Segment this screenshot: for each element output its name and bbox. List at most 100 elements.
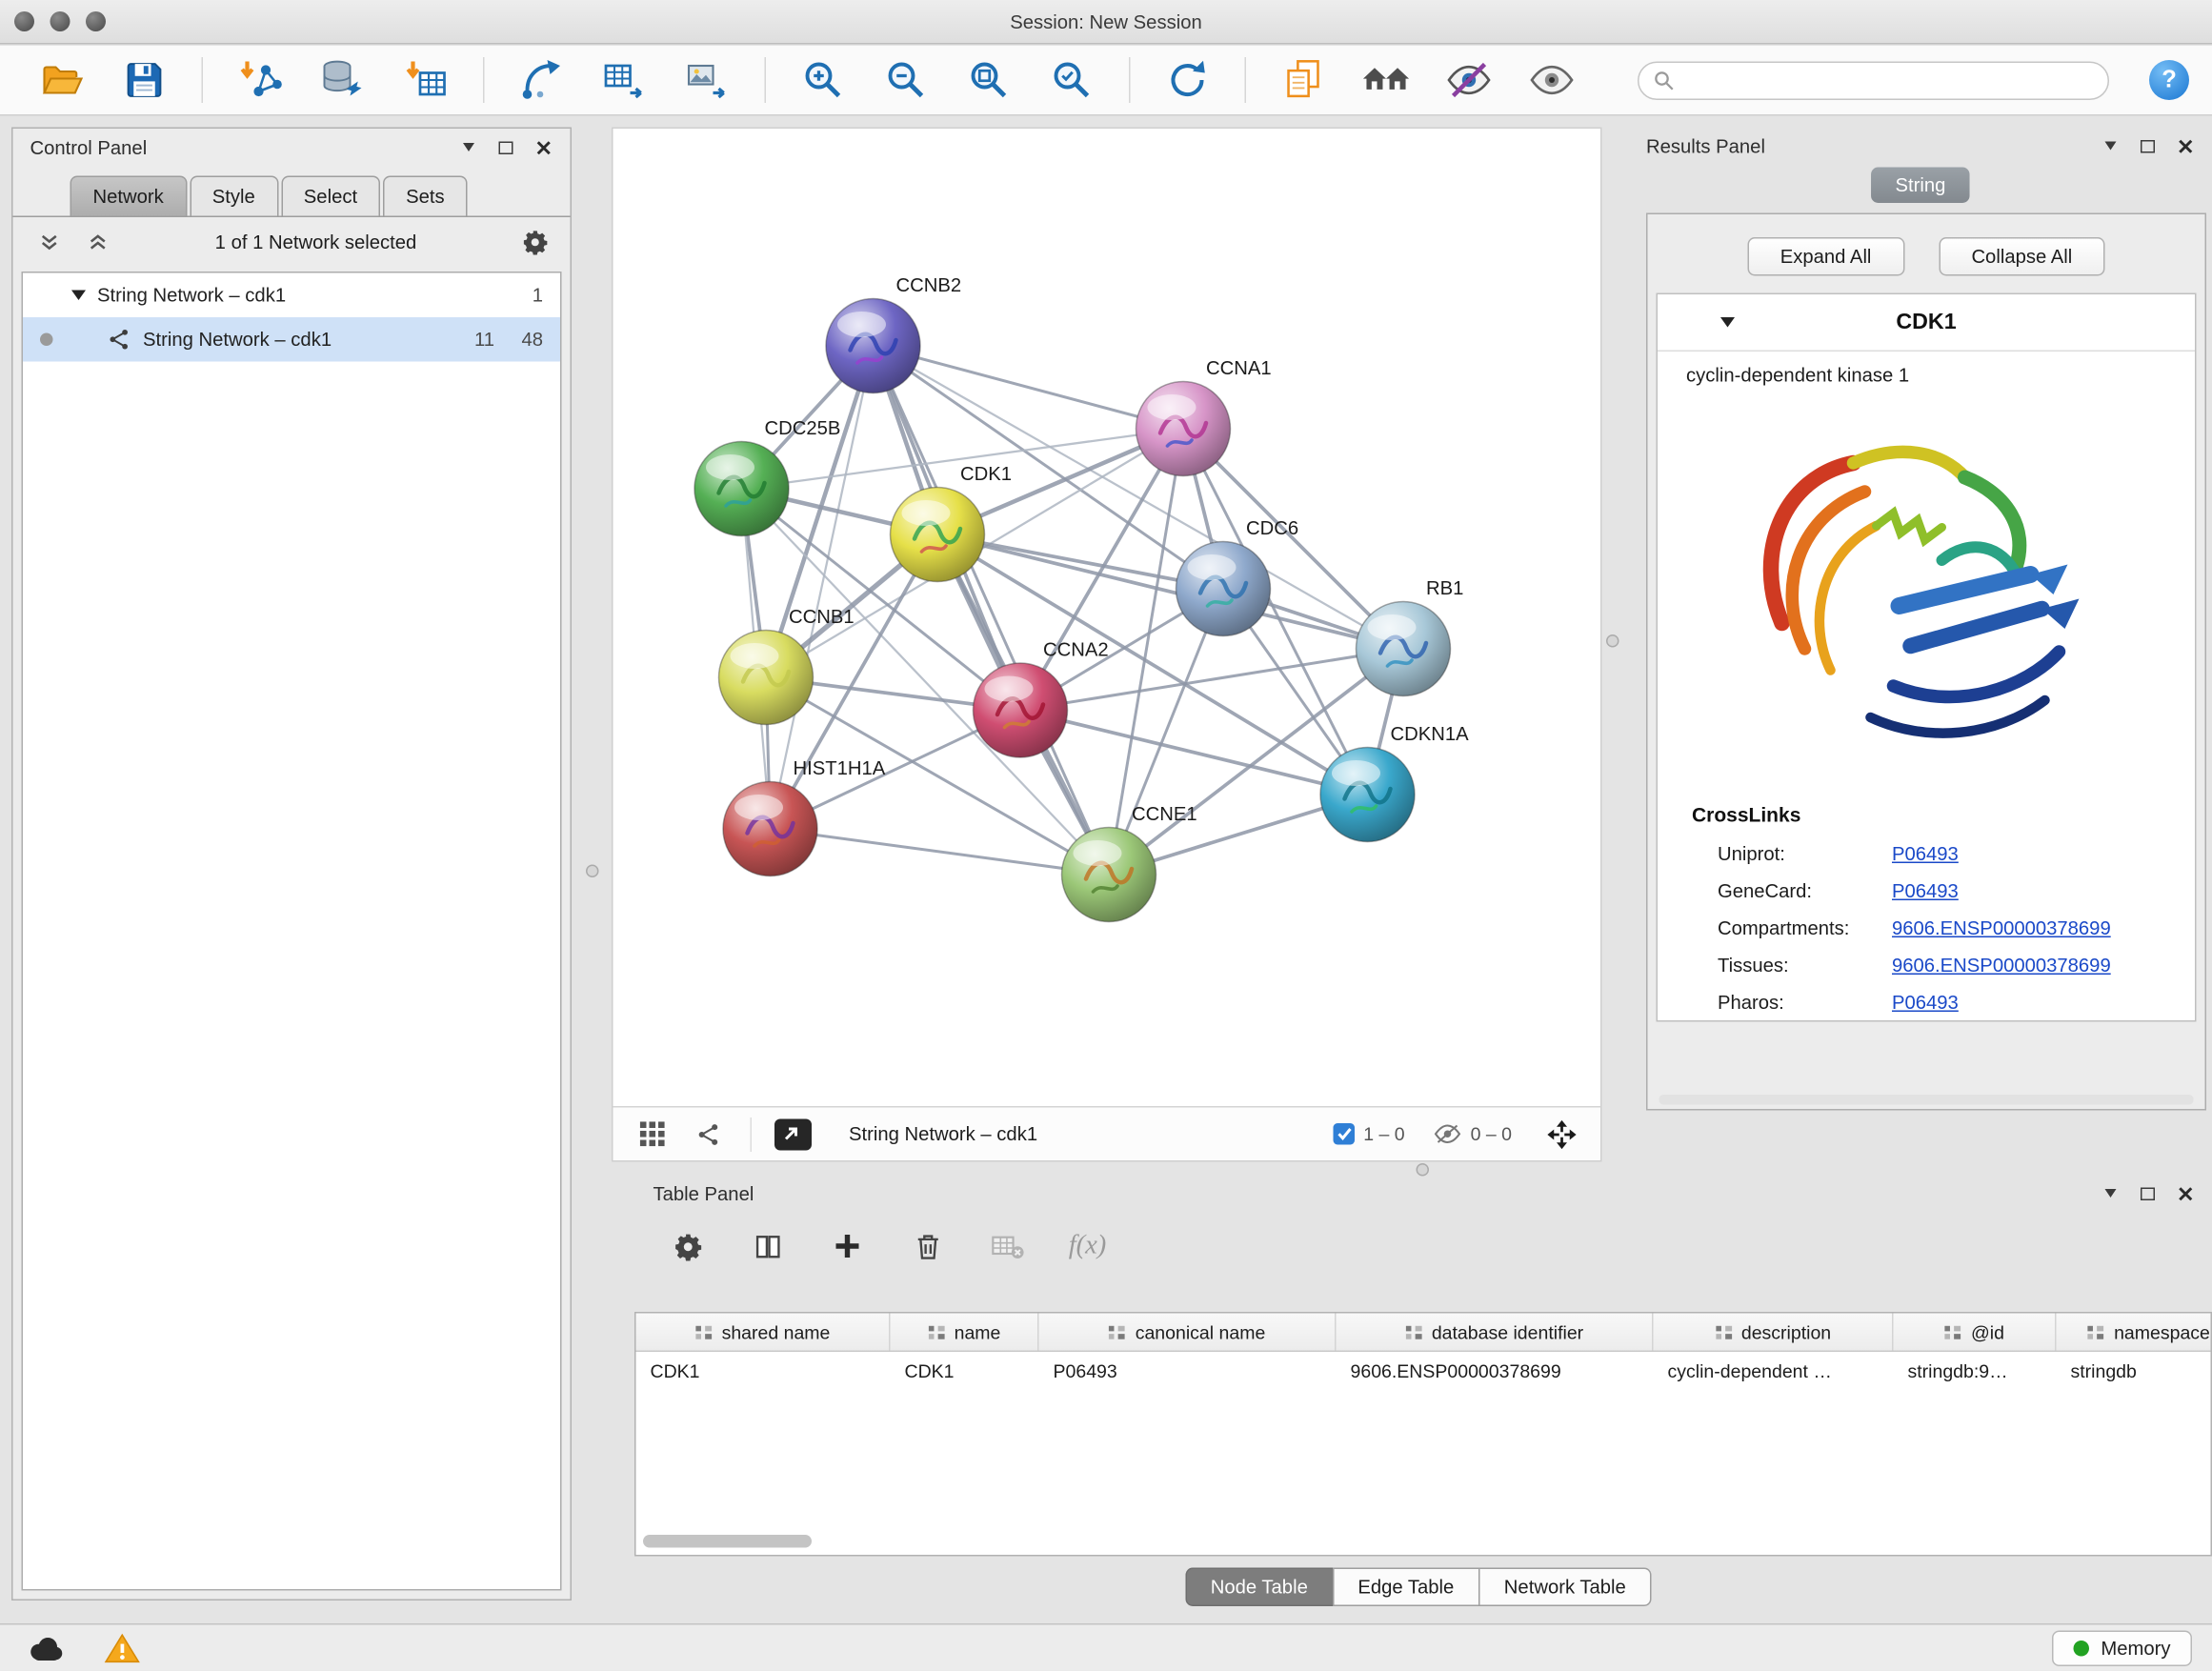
crosslink-compartments-link[interactable]: 9606.ENSP00000378699 [1892,916,2111,938]
panel-float-button[interactable] [2129,1179,2166,1208]
panel-dropdown-button[interactable] [2092,1179,2129,1208]
panel-dropdown-button[interactable] [2092,131,2129,160]
network-edge[interactable] [1020,711,1368,795]
network-edge[interactable] [771,829,1110,875]
help-button[interactable]: ? [2149,60,2189,100]
hidden-eye-icon [1434,1123,1462,1145]
delete-column-button[interactable] [908,1226,948,1266]
crosslink-tissues-link[interactable]: 9606.ENSP00000378699 [1892,954,2111,976]
export-table-button[interactable] [592,50,657,111]
gear-icon [521,228,549,255]
new-network-from-selection-button[interactable] [509,50,574,111]
hide-graphics-details-button[interactable] [1437,50,1502,111]
node-ccnb1[interactable]: CCNB1 [719,607,855,725]
tab-select[interactable]: Select [281,176,380,216]
table-row[interactable]: CDK1 CDK1 P06493 9606.ENSP00000378699 cy… [636,1352,2211,1391]
zoom-in-button[interactable] [791,50,856,111]
tab-edge-table[interactable]: Edge Table [1332,1568,1479,1607]
home-button[interactable] [1354,50,1419,111]
crosslink-pharos-link[interactable]: P06493 [1892,991,1959,1013]
network-canvas[interactable]: CCNB2CCNA1CDC25BCDK1CDC6RB1CCNB1CCNA2CDK… [613,129,1601,1106]
network-edge[interactable] [874,346,1184,429]
zoom-selected-button[interactable] [1039,50,1105,111]
import-table-from-file-button[interactable] [393,50,459,111]
tab-network-table[interactable]: Network Table [1478,1568,1652,1607]
warnings-button[interactable] [97,1629,146,1666]
export-image-button[interactable] [674,50,740,111]
network-edge[interactable] [874,346,1110,875]
network-collection-row[interactable]: String Network – cdk1 1 [23,273,560,318]
zoom-fit-button[interactable] [956,50,1022,111]
tab-network[interactable]: Network [70,176,187,216]
crosslink-row: Pharos:P06493 [1658,983,2195,1020]
zoom-out-button[interactable] [874,50,939,111]
import-network-from-database-button[interactable] [311,50,376,111]
column-header-description[interactable]: description [1654,1314,1894,1351]
column-header-id[interactable]: @id [1894,1314,2057,1351]
node-hist1h1a[interactable]: HIST1H1A [723,758,886,876]
collection-count: 1 [533,285,543,307]
column-header-database-identifier[interactable]: database identifier [1337,1314,1654,1351]
column-header-shared-name[interactable]: shared name [636,1314,891,1351]
search-input[interactable] [1685,70,2094,91]
delete-table-button[interactable] [988,1226,1028,1266]
apply-preferred-layout-button[interactable] [1155,50,1220,111]
tab-sets[interactable]: Sets [383,176,468,216]
network-list-button[interactable] [688,1114,731,1154]
crosslink-uniprot-link[interactable]: P06493 [1892,842,1959,864]
network-options-button[interactable] [516,228,553,256]
table-options-button[interactable] [668,1226,708,1266]
import-network-from-file-button[interactable] [228,50,293,111]
fit-content-button[interactable] [1540,1114,1583,1154]
collapse-all-button[interactable] [30,228,68,256]
expand-all-button[interactable]: Expand All [1747,237,1904,276]
results-panel-header: Results Panel [1629,128,2212,165]
collapse-all-button[interactable]: Collapse All [1939,237,2105,276]
column-type-icon [927,1322,946,1341]
node-cdk1[interactable]: CDK1 [891,464,1013,581]
show-columns-button[interactable] [748,1226,788,1266]
show-graphics-details-button[interactable] [1519,50,1585,111]
vertical-splitter-handle[interactable] [1606,634,1619,648]
column-header-canonical-name[interactable]: canonical name [1039,1314,1337,1351]
add-column-button[interactable] [828,1226,868,1266]
tab-style[interactable]: Style [190,176,278,216]
column-header-namespace[interactable]: namespace [2057,1314,2212,1351]
tree-expand-icon[interactable] [71,291,86,301]
open-session-button[interactable] [29,50,94,111]
search-box[interactable] [1638,61,2109,100]
cloud-status-button[interactable] [20,1629,69,1666]
vertical-splitter-handle[interactable] [586,865,599,878]
node-rb1[interactable]: RB1 [1357,578,1464,696]
horizontal-splitter-handle[interactable] [1417,1163,1430,1177]
section-expand-icon[interactable] [1720,317,1735,328]
node-ccna1[interactable]: CCNA1 [1136,358,1272,476]
panel-float-button[interactable] [2129,131,2166,160]
memory-button[interactable]: Memory [2052,1630,2192,1666]
panel-float-button[interactable] [488,133,525,162]
node-ccnb2[interactable]: CCNB2 [826,275,961,393]
network-row[interactable]: String Network – cdk1 11 48 [23,317,560,362]
expand-all-button[interactable] [79,228,116,256]
node-cdkn1a[interactable]: CDKN1A [1320,724,1469,842]
results-tab-string[interactable]: String [1871,168,1970,204]
horizontal-scrollbar[interactable] [1659,1095,2194,1105]
tab-node-table[interactable]: Node Table [1185,1568,1334,1607]
horizontal-scrollbar-thumb[interactable] [643,1535,812,1548]
warning-icon [104,1633,140,1663]
network-collection-label: String Network – cdk1 [97,285,286,307]
protein-structure-image [1739,394,2114,783]
copy-document-button[interactable] [1271,50,1337,111]
grid-view-button[interactable] [631,1114,674,1154]
panel-close-button[interactable] [525,133,562,162]
detach-view-button[interactable] [772,1114,814,1154]
protein-section-header[interactable]: CDK1 [1658,294,2195,352]
panel-close-button[interactable] [2166,131,2203,160]
panel-close-button[interactable] [2166,1179,2203,1208]
column-header-name[interactable]: name [891,1314,1039,1351]
function-builder-button[interactable]: f(x) [1068,1226,1108,1266]
panel-dropdown-button[interactable] [451,133,488,162]
crosslink-genecard-link[interactable]: P06493 [1892,879,1959,901]
chevron-down-icon [2105,1189,2117,1198]
save-session-button[interactable] [111,50,177,111]
